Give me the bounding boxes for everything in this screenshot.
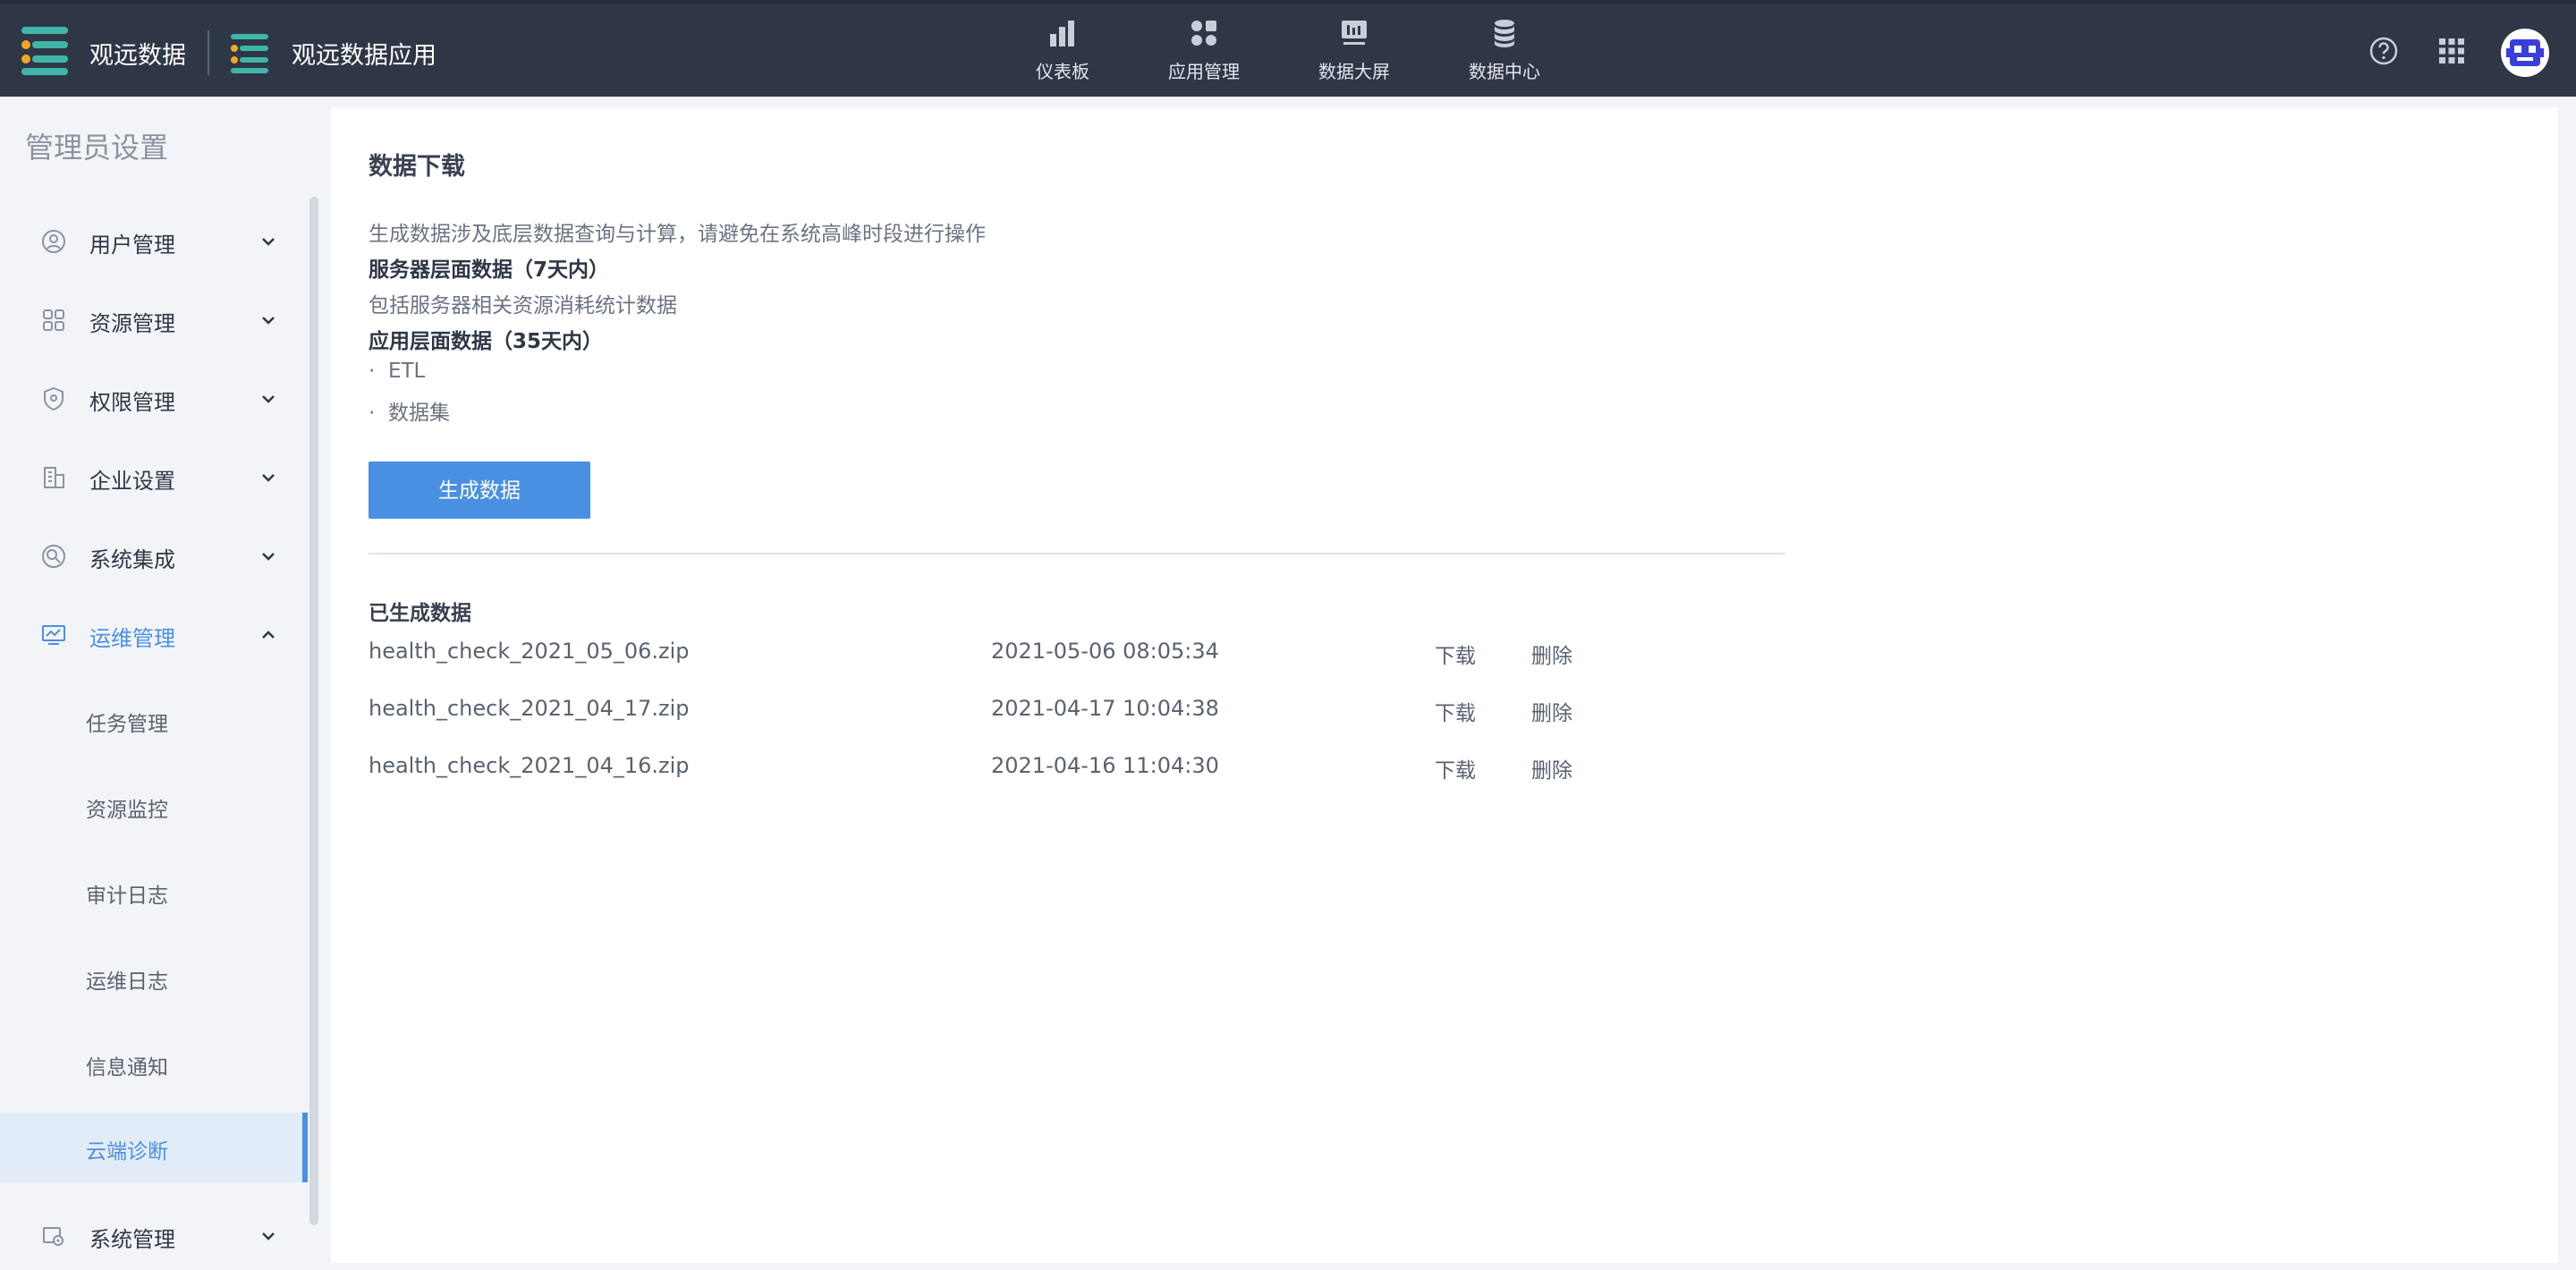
chevron-down-icon	[262, 553, 275, 561]
sidebar-subitem-audit-log[interactable]: 审计日志	[0, 857, 308, 927]
bullet-mark: ·	[369, 402, 376, 425]
resource-icon	[43, 309, 64, 331]
integration-icon	[42, 545, 65, 568]
file-row: health_check_2021_04_17.zip 2021-04-17 1…	[369, 696, 1800, 732]
help-icon[interactable]	[2368, 36, 2399, 66]
server-data-heading: 服务器层面数据（7天内）	[369, 258, 610, 282]
delete-link[interactable]: 删除	[1531, 753, 1572, 783]
brand-logo-icon[interactable]	[21, 25, 68, 75]
chevron-down-icon	[262, 474, 275, 482]
nav-label: 应用管理	[1168, 61, 1240, 82]
file-row: health_check_2021_05_06.zip 2021-05-06 0…	[369, 639, 1800, 674]
top-bar: 观远数据 观远数据应用 仪表板 应用管理 数据大屏 数据中心	[0, 0, 2576, 97]
sidebar-item-system-management[interactable]: 系统管理	[0, 1207, 308, 1261]
file-time: 2021-04-16 11:04:30	[991, 753, 1219, 778]
sidebar-item-label: 资源管理	[89, 311, 175, 336]
page-title: 数据下载	[369, 153, 465, 181]
sidebar-title: 管理员设置	[25, 131, 169, 165]
user-icon	[42, 230, 65, 253]
file-name: health_check_2021_04_17.zip	[369, 696, 690, 721]
sidebar-subitem-ops-log[interactable]: 运维日志	[0, 943, 308, 1012]
sidebar-subitem-label: 信息通知	[86, 1056, 168, 1080]
sidebar-item-permission-management[interactable]: 权限管理	[0, 370, 308, 424]
generated-data-title: 已生成数据	[369, 602, 471, 625]
sidebar-scrollbar[interactable]	[309, 197, 318, 1225]
nav-data-center[interactable]: 数据中心	[1442, 18, 1567, 89]
user-avatar[interactable]	[2501, 29, 2549, 77]
sidebar-subitem-label: 运维日志	[86, 970, 168, 994]
delete-link[interactable]: 删除	[1531, 639, 1572, 669]
generation-note: 生成数据涉及底层数据查询与计算，请避免在系统高峰时段进行操作	[369, 223, 986, 246]
chevron-up-icon	[262, 631, 275, 639]
big-screen-icon	[1342, 21, 1367, 45]
app-window: 观远数据 观远数据应用 仪表板 应用管理 数据大屏 数据中心 管理员设置 用户管…	[0, 0, 2576, 1270]
sidebar-subitem-cloud-diagnosis[interactable]: 云端诊断	[0, 1113, 308, 1182]
sidebar-item-user-management[interactable]: 用户管理	[0, 213, 308, 267]
sidebar-subitem-task-management[interactable]: 任务管理	[0, 685, 308, 755]
nav-big-screen[interactable]: 数据大屏	[1292, 18, 1417, 89]
bullet-mark: ·	[369, 360, 376, 383]
download-link[interactable]: 下载	[1435, 639, 1476, 669]
chevron-down-icon	[262, 317, 275, 325]
sidebar-item-system-integration[interactable]: 系统集成	[0, 528, 308, 581]
apps-grid-icon	[1191, 21, 1216, 46]
nav-label: 数据中心	[1469, 61, 1540, 82]
file-name: health_check_2021_05_06.zip	[369, 639, 690, 664]
app-data-bullet: · 数据集	[369, 395, 450, 426]
shield-icon	[44, 386, 64, 411]
file-time: 2021-04-17 10:04:38	[991, 696, 1219, 721]
header-divider	[208, 30, 209, 75]
bullet-text: ETL	[387, 360, 426, 383]
generate-data-button[interactable]: 生成数据	[369, 461, 590, 519]
sidebar-item-ops-management[interactable]: 运维管理	[0, 606, 308, 660]
file-row: health_check_2021_04_16.zip 2021-04-16 1…	[369, 753, 1800, 789]
sidebar-item-label: 系统集成	[89, 547, 175, 572]
sidebar-subitem-label: 云端诊断	[86, 1140, 168, 1164]
nav-label: 数据大屏	[1318, 61, 1390, 82]
app-launcher-icon[interactable]	[2436, 36, 2467, 66]
chevron-down-icon	[262, 238, 275, 246]
download-link[interactable]: 下载	[1435, 753, 1476, 783]
database-icon	[1495, 20, 1514, 47]
app-data-heading: 应用层面数据（35天内）	[369, 330, 604, 353]
selected-indicator	[302, 1113, 308, 1182]
sidebar-item-label: 企业设置	[89, 469, 175, 494]
file-name: health_check_2021_04_16.zip	[369, 753, 690, 778]
avatar-icon	[2506, 39, 2544, 66]
sidebar-subitem-notifications[interactable]: 信息通知	[0, 1029, 308, 1098]
nav-label: 仪表板	[1036, 61, 1089, 82]
bullet-text: 数据集	[387, 402, 450, 425]
main-content: 数据下载 生成数据涉及底层数据查询与计算，请避免在系统高峰时段进行操作 服务器层…	[331, 107, 2558, 1263]
sidebar-subitem-label: 任务管理	[86, 713, 168, 736]
chevron-down-icon	[262, 395, 275, 403]
sidebar-item-label: 权限管理	[89, 390, 175, 415]
app-name[interactable]: 观远数据应用	[292, 36, 436, 71]
brand-name[interactable]: 观远数据	[89, 36, 186, 71]
sidebar-item-label: 运维管理	[89, 626, 175, 651]
system-settings-icon	[43, 1227, 64, 1246]
sidebar-item-enterprise-settings[interactable]: 企业设置	[0, 449, 308, 503]
monitor-icon	[42, 625, 65, 645]
app-logo-icon	[231, 32, 270, 73]
delete-link[interactable]: 删除	[1531, 696, 1572, 726]
sidebar-item-label: 系统管理	[89, 1227, 175, 1252]
server-data-description: 包括服务器相关资源消耗统计数据	[369, 294, 677, 318]
app-data-bullet: · ETL	[369, 360, 425, 383]
nav-app-management[interactable]: 应用管理	[1141, 18, 1267, 89]
building-icon	[44, 467, 64, 488]
sidebar: 管理员设置 用户管理 资源管理 权限管理 企业设置 系统集成 运维管理 任务管理…	[0, 97, 322, 1270]
sidebar-item-label: 用户管理	[89, 233, 175, 258]
download-link[interactable]: 下载	[1435, 696, 1476, 726]
file-time: 2021-05-06 08:05:34	[991, 639, 1219, 664]
sidebar-subitem-label: 资源监控	[86, 799, 168, 822]
sidebar-item-resource-management[interactable]: 资源管理	[0, 292, 308, 345]
sidebar-subitem-label: 审计日志	[86, 885, 168, 908]
nav-dashboard[interactable]: 仪表板	[1000, 18, 1125, 89]
section-divider	[369, 553, 1785, 555]
sidebar-subitem-resource-monitor[interactable]: 资源监控	[0, 771, 308, 841]
chevron-down-icon	[262, 1232, 275, 1240]
bar-chart-icon	[1050, 21, 1074, 47]
